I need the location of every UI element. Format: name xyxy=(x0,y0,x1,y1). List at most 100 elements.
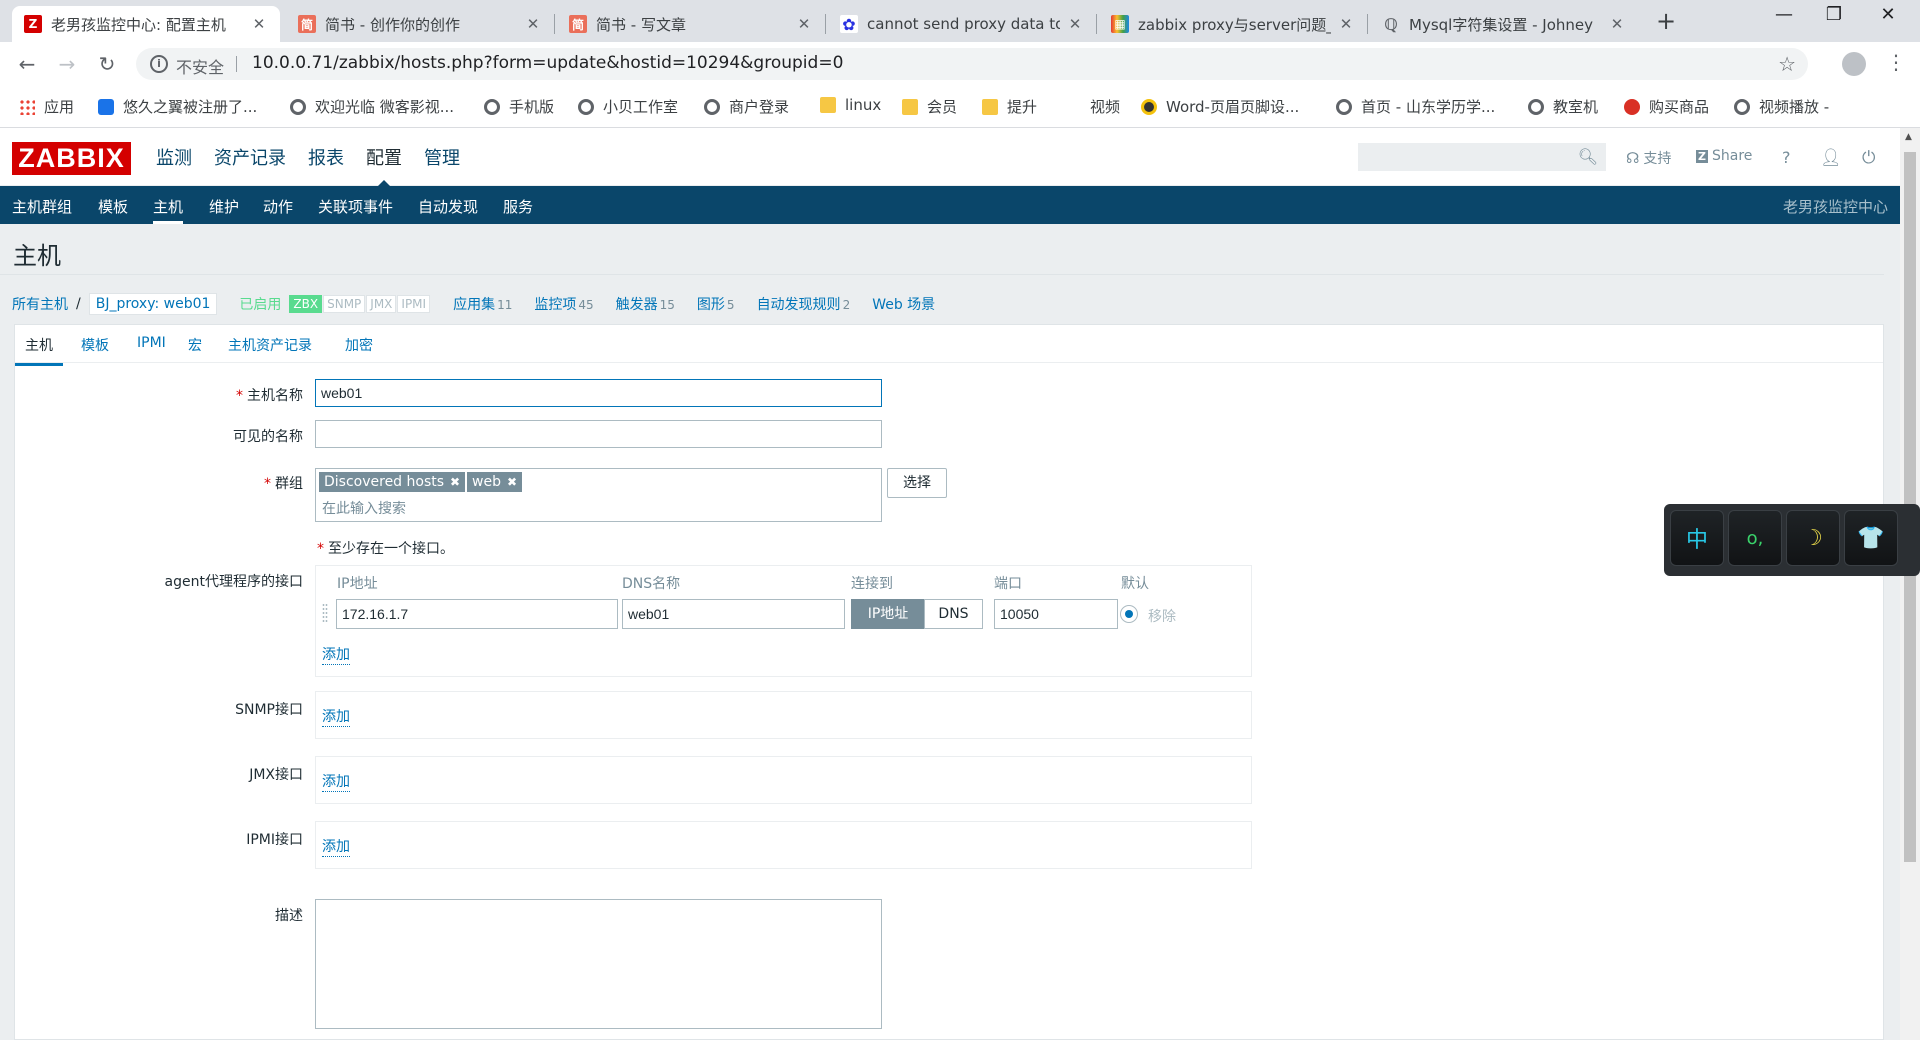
tab-macros[interactable]: 宏 xyxy=(188,335,202,363)
remove-chip-icon[interactable]: ✖ xyxy=(450,475,460,489)
host-name-input[interactable] xyxy=(315,379,882,407)
help-icon[interactable]: ? xyxy=(1782,148,1791,167)
connect-dns-toggle[interactable]: DNS xyxy=(924,599,983,629)
connect-ip-toggle[interactable]: IP地址 xyxy=(851,599,925,629)
bookmark-item[interactable]: 小贝工作室 xyxy=(578,96,678,117)
menu-reports[interactable]: 报表 xyxy=(308,144,344,170)
tab-templates[interactable]: 模板 xyxy=(81,335,109,363)
info-icon[interactable]: i xyxy=(150,55,168,73)
tab-host[interactable]: 主机 xyxy=(15,335,63,366)
bookmark-item[interactable]: Word-页眉页脚设... xyxy=(1141,96,1299,117)
bookmark-item[interactable]: 视频 xyxy=(1090,96,1120,117)
submenu-discovery[interactable]: 自动发现 xyxy=(418,196,478,217)
menu-configuration[interactable]: 配置 xyxy=(366,144,402,187)
bookmark-item[interactable]: 首页 - 山东学历学... xyxy=(1336,96,1495,117)
agent-port-input[interactable] xyxy=(994,599,1118,629)
tab-inventory[interactable]: 主机资产记录 xyxy=(228,335,312,363)
bookmark-item[interactable]: 商户登录 xyxy=(704,96,789,117)
page-scrollbar[interactable]: ▲ xyxy=(1900,128,1920,1040)
web-scenarios-link[interactable]: Web 场景 xyxy=(872,294,935,314)
remove-chip-icon[interactable]: ✖ xyxy=(507,475,517,489)
discovery-rules-link[interactable]: 自动发现规则 2 xyxy=(757,294,851,314)
url-text[interactable]: 10.0.0.71/zabbix/hosts.php?form=update&h… xyxy=(252,53,843,73)
tab-ipmi[interactable]: IPMI xyxy=(137,335,166,359)
sign-out-icon[interactable]: ⏻ xyxy=(1862,148,1875,168)
forward-icon[interactable]: → xyxy=(55,52,79,76)
applications-link[interactable]: 应用集 11 xyxy=(453,294,512,314)
breadcrumb-current-host[interactable]: BJ_proxy: web01 xyxy=(88,293,218,315)
visible-name-input[interactable] xyxy=(315,420,882,448)
ime-skin-shirt-icon[interactable]: 👕 xyxy=(1844,510,1898,566)
description-textarea[interactable] xyxy=(315,899,882,1029)
bookmark-item[interactable]: 教室机 xyxy=(1528,96,1598,117)
graphs-link[interactable]: 图形 5 xyxy=(697,294,735,314)
bookmark-item[interactable]: 应用 xyxy=(19,96,74,117)
browser-tab[interactable]: 简 简书 - 写文章 ✕ xyxy=(557,6,826,42)
submenu-host-groups[interactable]: 主机群组 xyxy=(12,196,72,217)
close-tab-icon[interactable]: ✕ xyxy=(1608,15,1626,33)
submenu-hosts[interactable]: 主机 xyxy=(153,196,184,224)
user-profile-icon[interactable]: 👤︎ xyxy=(1820,148,1842,168)
add-snmp-interface-link[interactable]: 添加 xyxy=(322,706,350,727)
browser-tab[interactable]: ℚ Mysql字符集设置 - Johney ✕ xyxy=(1370,6,1638,42)
bookmark-folder[interactable]: 提升 xyxy=(982,96,1037,117)
submenu-correlation[interactable]: 关联项事件 xyxy=(318,196,393,217)
tab-encryption[interactable]: 加密 xyxy=(345,335,373,363)
select-groups-button[interactable]: 选择 xyxy=(887,468,947,498)
menu-inventory[interactable]: 资产记录 xyxy=(214,144,286,170)
default-interface-radio[interactable] xyxy=(1120,605,1138,623)
profile-avatar[interactable] xyxy=(1842,52,1866,76)
close-tab-icon[interactable]: ✕ xyxy=(795,15,813,33)
browser-tab[interactable]: Z 老男孩监控中心: 配置主机 ✕ xyxy=(12,6,280,42)
search-icon[interactable]: 🔍︎ xyxy=(1578,147,1598,166)
triggers-link[interactable]: 触发器 15 xyxy=(616,294,675,314)
ime-halfwidth-moon-icon[interactable]: ☽ xyxy=(1786,510,1840,566)
drag-handle-icon[interactable] xyxy=(322,603,328,623)
support-link[interactable]: ☊ 支持 xyxy=(1626,148,1671,168)
add-jmx-interface-link[interactable]: 添加 xyxy=(322,771,350,792)
remove-interface-link[interactable]: 移除 xyxy=(1148,606,1176,626)
submenu-maintenance[interactable]: 维护 xyxy=(209,196,239,217)
close-tab-icon[interactable]: ✕ xyxy=(1337,15,1355,33)
groups-search-placeholder[interactable]: 在此输入搜索 xyxy=(322,498,406,518)
reload-icon[interactable]: ↻ xyxy=(95,52,119,76)
agent-ip-input[interactable] xyxy=(336,599,618,629)
global-search-input[interactable]: 🔍︎ xyxy=(1358,143,1606,171)
groups-multiselect[interactable]: Discovered hosts ✖ web ✖ 在此输入搜索 xyxy=(315,468,882,522)
close-tab-icon[interactable]: ✕ xyxy=(524,15,542,33)
scroll-up-icon[interactable]: ▲ xyxy=(1905,132,1912,142)
bookmark-star-icon[interactable]: ☆ xyxy=(1778,52,1796,76)
browser-tab[interactable]: ✿ cannot send proxy data to ✕ xyxy=(828,6,1097,42)
zabbix-logo[interactable]: ZABBIX xyxy=(12,142,131,175)
new-tab-button[interactable]: + xyxy=(1656,7,1676,35)
ime-chinese-mode-key[interactable]: 中 xyxy=(1670,510,1724,566)
menu-monitoring[interactable]: 监测 xyxy=(156,144,192,170)
submenu-templates[interactable]: 模板 xyxy=(98,196,128,217)
minimize-button[interactable]: — xyxy=(1764,4,1804,25)
browser-tab[interactable]: 简 简书 - 创作你的创作 ✕ xyxy=(286,6,555,42)
breadcrumb-all-hosts[interactable]: 所有主机 xyxy=(12,294,68,314)
bookmark-item[interactable]: 购买商品 xyxy=(1624,96,1709,117)
bookmark-item[interactable]: 悠久之翼被注册了... xyxy=(98,96,257,117)
status-enabled[interactable]: 已启用 xyxy=(239,294,281,314)
menu-administration[interactable]: 管理 xyxy=(424,144,460,170)
bookmark-folder[interactable]: 会员 xyxy=(902,96,957,117)
bookmark-folder[interactable]: linux xyxy=(820,96,881,114)
close-tab-icon[interactable]: ✕ xyxy=(1066,15,1084,33)
browser-tab[interactable]: ▦ zabbix proxy与server问题_ ✕ xyxy=(1099,6,1368,42)
back-icon[interactable]: ← xyxy=(15,52,39,76)
add-ipmi-interface-link[interactable]: 添加 xyxy=(322,836,350,857)
agent-dns-input[interactable] xyxy=(622,599,845,629)
items-link[interactable]: 监控项 45 xyxy=(534,294,593,314)
browser-menu-icon[interactable]: ⋮ xyxy=(1886,50,1906,74)
bookmark-item[interactable]: 手机版 xyxy=(484,96,554,117)
submenu-actions[interactable]: 动作 xyxy=(263,196,293,217)
ime-punctuation-key[interactable]: o, xyxy=(1728,510,1782,566)
close-tab-icon[interactable]: ✕ xyxy=(250,15,268,33)
address-bar[interactable]: i 不安全 10.0.0.71/zabbix/hosts.php?form=up… xyxy=(136,48,1808,80)
maximize-button[interactable]: ❐ xyxy=(1814,4,1854,25)
submenu-services[interactable]: 服务 xyxy=(503,196,533,217)
share-link[interactable]: Z Share xyxy=(1696,148,1752,164)
bookmark-item[interactable]: 视频播放 - xyxy=(1734,96,1829,117)
close-window-button[interactable]: ✕ xyxy=(1868,4,1908,25)
